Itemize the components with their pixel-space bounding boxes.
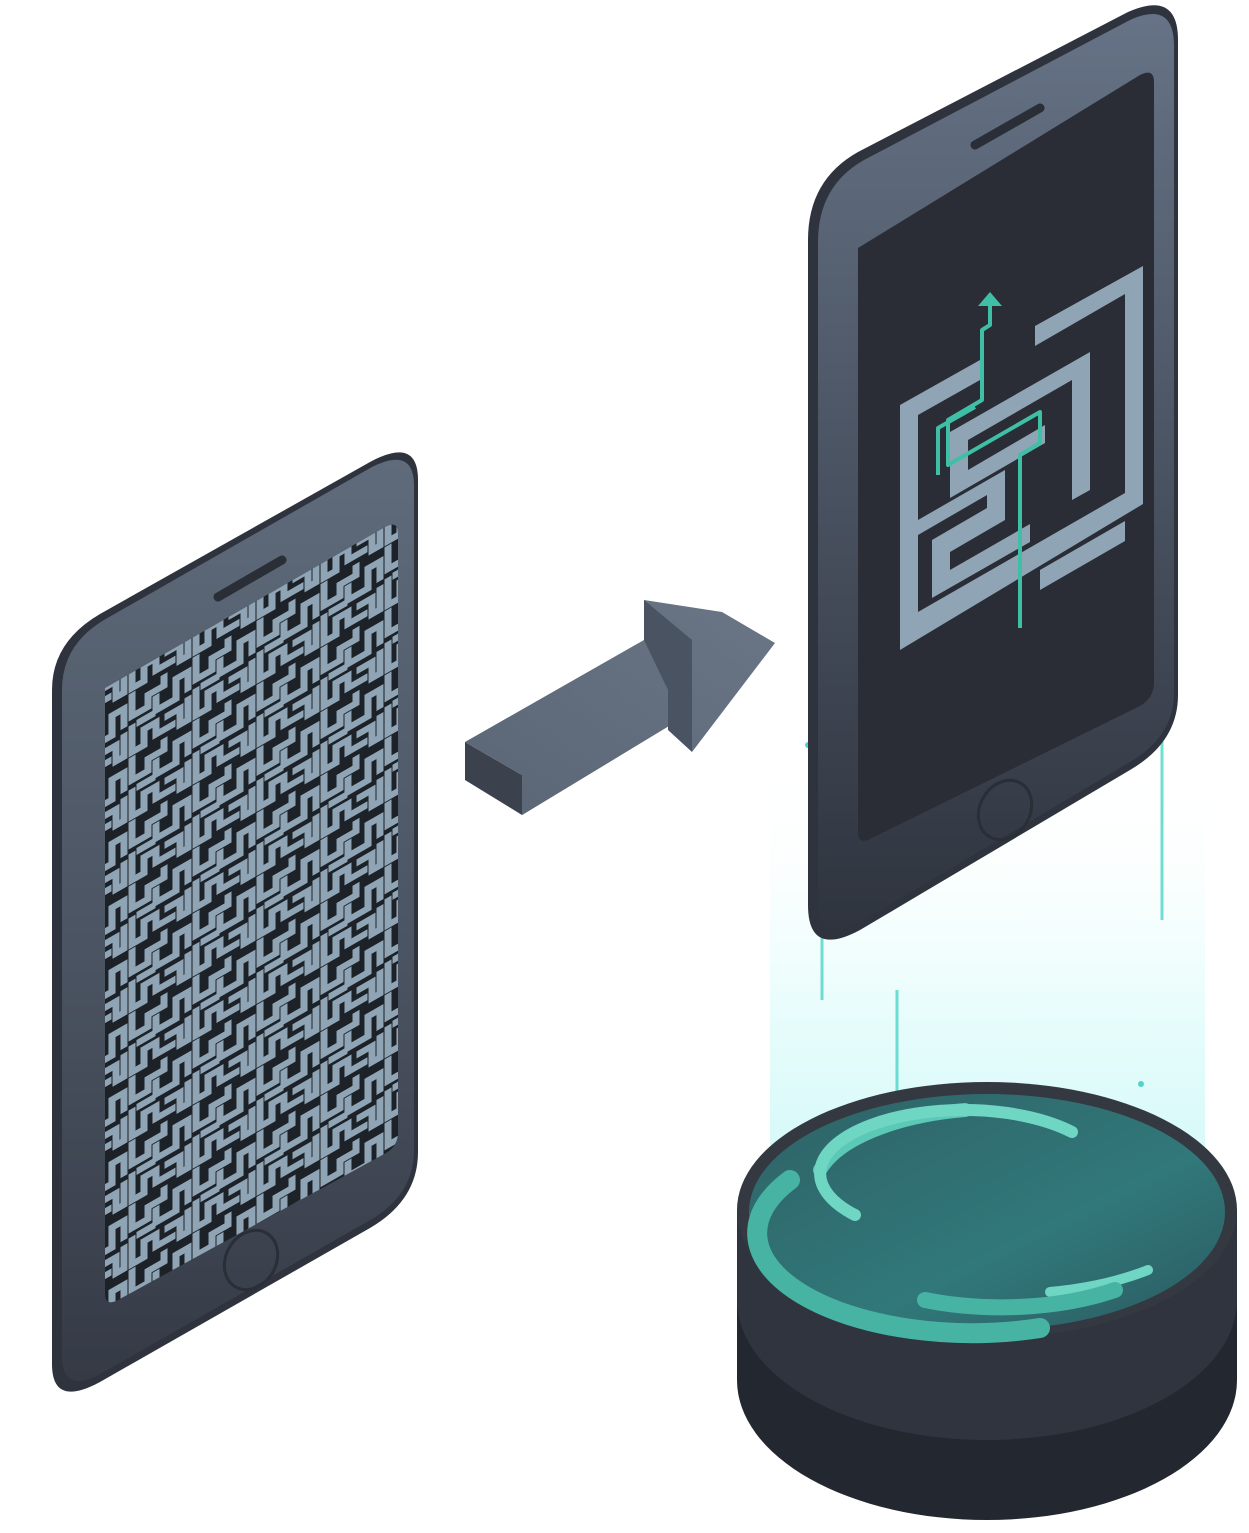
- left-phone: [52, 452, 418, 1392]
- illustration-canvas: [52, 5, 1237, 1520]
- arrow: [465, 600, 775, 815]
- projector-base: [737, 1082, 1237, 1520]
- sparkle: [1138, 1081, 1144, 1087]
